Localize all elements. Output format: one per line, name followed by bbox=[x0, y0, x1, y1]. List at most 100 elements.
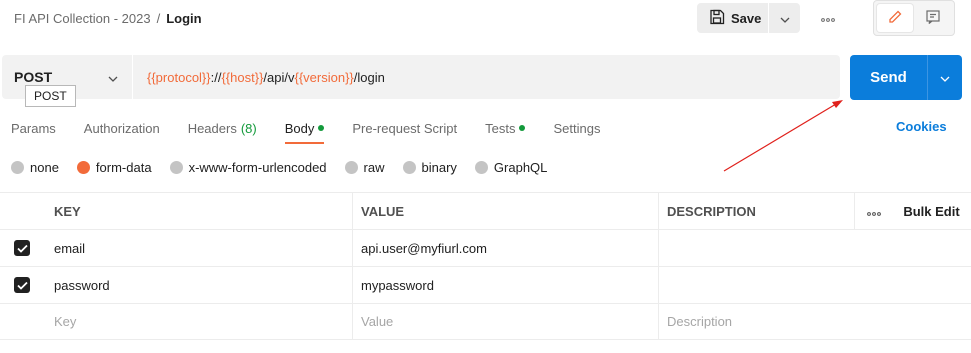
bulk-edit-button[interactable]: Bulk Edit bbox=[892, 193, 971, 230]
tab-headers[interactable]: Headers (8) bbox=[188, 119, 257, 137]
new-description-input[interactable]: Description bbox=[658, 303, 971, 340]
row-description-input[interactable] bbox=[658, 266, 971, 304]
url-variable: {{protocol}} bbox=[147, 69, 211, 85]
form-data-table: KEY VALUE DESCRIPTION Bulk Edit email api… bbox=[0, 192, 971, 340]
send-button-group: Send bbox=[850, 55, 962, 100]
tab-indicator-dot bbox=[519, 125, 526, 131]
save-icon bbox=[709, 9, 725, 28]
save-button[interactable]: Save bbox=[697, 3, 768, 33]
column-header-value: VALUE bbox=[352, 192, 658, 230]
url-bar: POST {{protocol}}://{{host}}/api/v{{vers… bbox=[2, 55, 840, 99]
radio-label: x-www-form-urlencoded bbox=[188, 160, 327, 175]
breadcrumb-request-name[interactable]: Login bbox=[166, 11, 201, 26]
new-key-input[interactable]: Key bbox=[44, 303, 352, 340]
cookies-link[interactable]: Cookies bbox=[896, 119, 947, 134]
radio-icon bbox=[474, 161, 488, 174]
row-value-input[interactable]: mypassword bbox=[352, 266, 658, 304]
check-icon bbox=[16, 281, 28, 290]
tab-params[interactable]: Params bbox=[11, 119, 56, 137]
url-text: /api/v bbox=[263, 69, 295, 85]
url-input[interactable]: {{protocol}}://{{host}}/api/v{{version}}… bbox=[133, 70, 385, 85]
table-row-new: Key Value Description bbox=[0, 303, 971, 340]
tab-label: Tests bbox=[485, 120, 516, 136]
breadcrumb-separator: / bbox=[156, 11, 161, 26]
tab-label: Authorization bbox=[83, 120, 160, 136]
row-description-input[interactable] bbox=[658, 229, 971, 267]
method-value: POST bbox=[14, 69, 53, 85]
row-check-cell bbox=[0, 267, 44, 304]
comment-icon bbox=[925, 9, 941, 28]
body-type-x-www-form-urlencoded[interactable]: x-www-form-urlencoded bbox=[169, 160, 327, 175]
new-value-input[interactable]: Value bbox=[352, 303, 658, 340]
radio-icon bbox=[344, 161, 358, 174]
send-button[interactable]: Send bbox=[850, 69, 927, 86]
column-header-key: KEY bbox=[54, 203, 81, 219]
table-row: password mypassword bbox=[0, 266, 971, 304]
more-horizontal-icon bbox=[866, 204, 881, 219]
row-key-input[interactable]: email bbox=[44, 230, 352, 267]
row-key-input[interactable]: password bbox=[44, 267, 352, 304]
column-header-description: DESCRIPTION bbox=[658, 192, 854, 230]
url-variable: {{version}} bbox=[294, 69, 354, 85]
chevron-down-icon bbox=[940, 70, 950, 85]
more-horizontal-icon bbox=[821, 10, 835, 25]
row-check-cell bbox=[0, 230, 44, 267]
breadcrumb-collection[interactable]: FI API Collection - 2023 bbox=[14, 11, 151, 26]
tab-label: Pre-request Script bbox=[352, 120, 458, 136]
tab-label: Headers bbox=[187, 120, 237, 136]
chevron-down-icon bbox=[780, 11, 790, 26]
row-checkbox[interactable] bbox=[14, 277, 30, 293]
radio-icon bbox=[402, 161, 416, 174]
save-button-group: Save bbox=[697, 3, 800, 33]
check-icon bbox=[16, 244, 28, 253]
view-mode-toggle bbox=[873, 0, 955, 36]
header-check-cell bbox=[0, 193, 44, 230]
radio-label: none bbox=[30, 160, 59, 175]
radio-icon bbox=[169, 161, 183, 174]
tab-body[interactable]: Body bbox=[284, 119, 325, 144]
edit-mode-button[interactable] bbox=[877, 4, 913, 32]
request-header: FI API Collection - 2023 / Login Save bbox=[0, 0, 971, 38]
table-body: email api.user@myfiurl.com password mypassw… bbox=[0, 229, 971, 304]
tab-tests[interactable]: Tests bbox=[485, 119, 526, 137]
body-type-graphql[interactable]: GraphQL bbox=[474, 160, 548, 175]
body-type-form-data[interactable]: form-data bbox=[76, 160, 152, 175]
radio-icon bbox=[11, 161, 24, 174]
url-text: :// bbox=[210, 69, 222, 85]
breadcrumb: FI API Collection - 2023 / Login bbox=[14, 11, 202, 26]
method-tooltip: POST bbox=[25, 85, 76, 107]
new-row-check-cell bbox=[0, 303, 44, 340]
send-options-button[interactable] bbox=[928, 70, 962, 85]
docs-mode-button[interactable] bbox=[915, 4, 951, 32]
body-type-selector: none form-data x-www-form-urlencoded raw bin… bbox=[11, 160, 565, 175]
url-text: /login bbox=[353, 69, 385, 85]
pencil-icon bbox=[887, 9, 903, 28]
more-actions-button[interactable] bbox=[816, 9, 840, 25]
radio-label: GraphQL bbox=[493, 160, 548, 175]
row-value-input[interactable]: api.user@myfiurl.com bbox=[352, 229, 658, 267]
radio-label: raw bbox=[363, 160, 385, 175]
tab-authorization[interactable]: Authorization bbox=[84, 119, 160, 137]
radio-icon bbox=[76, 161, 90, 174]
radio-label: form-data bbox=[95, 160, 152, 175]
annotation-arrow-head bbox=[832, 100, 843, 108]
row-checkbox[interactable] bbox=[14, 240, 30, 256]
table-row: email api.user@myfiurl.com bbox=[0, 229, 971, 267]
radio-label: binary bbox=[421, 160, 457, 175]
tab-pre-request-script[interactable]: Pre-request Script bbox=[352, 119, 457, 137]
chevron-down-icon bbox=[108, 69, 118, 85]
body-type-raw[interactable]: raw bbox=[344, 160, 385, 175]
body-type-binary[interactable]: binary bbox=[402, 160, 457, 175]
body-type-none[interactable]: none bbox=[11, 160, 59, 175]
table-header-row: KEY VALUE DESCRIPTION Bulk Edit bbox=[0, 192, 971, 230]
save-options-button[interactable] bbox=[769, 11, 800, 26]
tab-count: (8) bbox=[240, 120, 257, 136]
tab-settings[interactable]: Settings bbox=[553, 119, 600, 137]
request-tabs: Params Authorization Headers (8) Body Pre-req… bbox=[11, 119, 628, 145]
save-label: Save bbox=[731, 10, 762, 26]
annotation-arrow-line bbox=[723, 103, 837, 172]
tab-label: Params bbox=[11, 120, 56, 136]
url-variable: {{host}} bbox=[221, 69, 264, 85]
tab-indicator-dot bbox=[318, 125, 325, 131]
column-options-button[interactable] bbox=[854, 192, 892, 230]
